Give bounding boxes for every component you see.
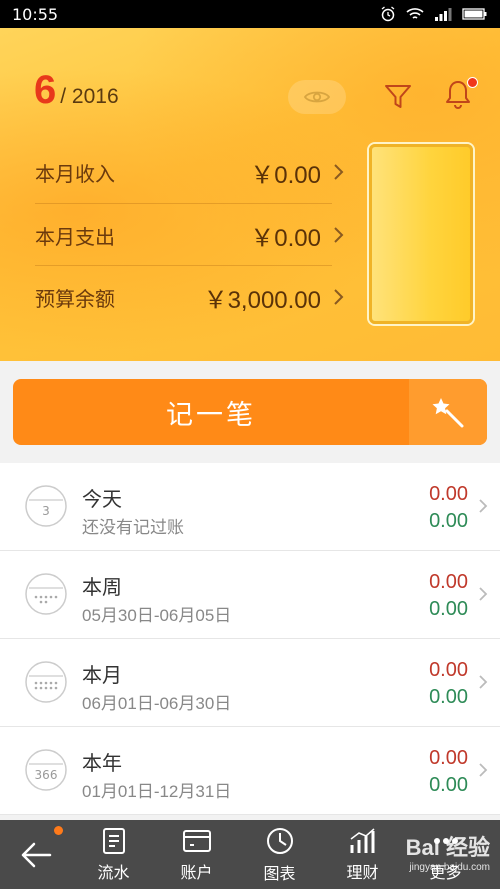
income-label: 本月收入 (35, 161, 115, 186)
calendar-icon: 366 (25, 749, 67, 791)
period-income: 0.00 (429, 686, 468, 708)
signal-icon (435, 8, 452, 21)
period-item-month[interactable]: 本月 06月01日-06月30日 0.00 0.00 (0, 639, 500, 727)
period-income: 0.00 (429, 598, 468, 620)
budget-row[interactable]: 预算余额 ￥3,000.00 (35, 266, 345, 328)
period-subtitle: 06月01日-06月30日 (82, 694, 232, 713)
clock-chart-icon (266, 827, 293, 854)
calendar-day-text: 366 (35, 768, 58, 782)
nav-item-finance[interactable]: 理财 (321, 820, 404, 889)
chevron-right-icon (334, 289, 344, 305)
period-expense: 0.00 (429, 747, 468, 769)
period-title: 本年 (82, 751, 122, 775)
current-month: 6 (34, 68, 57, 112)
period-income: 0.00 (429, 774, 468, 796)
nav-item-flow[interactable]: 流水 (72, 820, 155, 889)
period-item-today[interactable]: 3 今天 还没有记过账 0.00 0.00 (0, 463, 500, 551)
expense-label: 本月支出 (35, 224, 115, 249)
period-item-week[interactable]: 本周 05月30日-06月05日 0.00 0.00 (0, 551, 500, 639)
period-income: 0.00 (429, 510, 468, 532)
period-expense: 0.00 (429, 483, 468, 505)
wallet-icon (182, 829, 211, 852)
status-time: 10:55 (12, 4, 59, 24)
arrow-left-icon (21, 842, 52, 867)
period-subtitle: 01月01日-12月31日 (82, 782, 232, 801)
watermark-sub: jingyan.baidu.com (409, 862, 490, 873)
status-icons (380, 6, 488, 22)
watermark: Bai 经验 jingyan.baidu.com (406, 830, 490, 873)
quick-record-button[interactable] (409, 379, 487, 445)
chevron-right-icon (479, 763, 488, 777)
nav-label: 账户 (180, 862, 213, 882)
calendar-icon (25, 661, 67, 703)
month-selector[interactable]: 6 / 2016 (34, 68, 119, 113)
bar-chart-icon (350, 827, 374, 853)
budget-label: 预算余额 (35, 286, 115, 311)
eye-icon (304, 91, 330, 103)
chevron-right-icon (479, 675, 488, 689)
chevron-right-icon (334, 164, 344, 180)
period-expense: 0.00 (429, 571, 468, 593)
summary-header: 6 / 2016 本月收入 ￥0.00 本月支出 ￥0.00 预算余额 ￥3,0… (0, 28, 500, 361)
nav-label: 图表 (263, 863, 296, 883)
filter-icon (385, 85, 411, 108)
nav-item-chart[interactable]: 图表 (238, 820, 321, 889)
income-amount: ￥0.00 (250, 161, 321, 189)
budget-card[interactable] (369, 144, 473, 324)
wifi-icon (406, 8, 424, 19)
period-subtitle: 05月30日-06月05日 (82, 606, 232, 625)
alarm-icon (381, 6, 395, 22)
toggle-visibility-button[interactable] (288, 80, 346, 114)
nav-label: 理财 (346, 862, 379, 882)
watermark-main: Bai 经验 (405, 835, 490, 860)
income-row[interactable]: 本月收入 ￥0.00 (35, 141, 345, 203)
notification-badge (467, 77, 478, 88)
period-title: 今天 (82, 487, 122, 511)
period-expense: 0.00 (429, 659, 468, 681)
current-year: / 2016 (60, 85, 119, 108)
chevron-right-icon (479, 499, 488, 513)
calendar-icon: 3 (25, 485, 67, 527)
document-icon (102, 827, 125, 854)
calendar-icon (25, 573, 67, 615)
notifications-button[interactable] (442, 77, 478, 114)
period-subtitle: 还没有记过账 (82, 518, 184, 537)
calendar-day-text: 3 (42, 504, 50, 518)
back-badge (54, 826, 63, 835)
record-entry-label: 记一笔 (166, 399, 256, 431)
period-title: 本月 (82, 663, 122, 687)
magic-wand-icon (432, 398, 464, 428)
chevron-right-icon (334, 227, 344, 243)
battery-icon (462, 8, 487, 20)
period-item-year[interactable]: 366 本年 01月01日-12月31日 0.00 0.00 (0, 727, 500, 815)
filter-button[interactable] (383, 82, 413, 116)
nav-item-account[interactable]: 账户 (155, 820, 238, 889)
period-list: 3 今天 还没有记过账 0.00 0.00 本周 05月30日-06月05日 0… (0, 463, 500, 815)
status-bar: 10:55 (0, 0, 500, 28)
nav-label: 流水 (97, 862, 130, 882)
expense-amount: ￥0.00 (250, 224, 321, 252)
chevron-right-icon (479, 587, 488, 601)
back-button[interactable] (0, 820, 72, 889)
period-title: 本周 (82, 575, 122, 599)
record-entry-button[interactable]: 记一笔 (13, 379, 487, 445)
expense-row[interactable]: 本月支出 ￥0.00 (35, 204, 345, 266)
budget-amount: ￥3,000.00 (203, 286, 321, 314)
